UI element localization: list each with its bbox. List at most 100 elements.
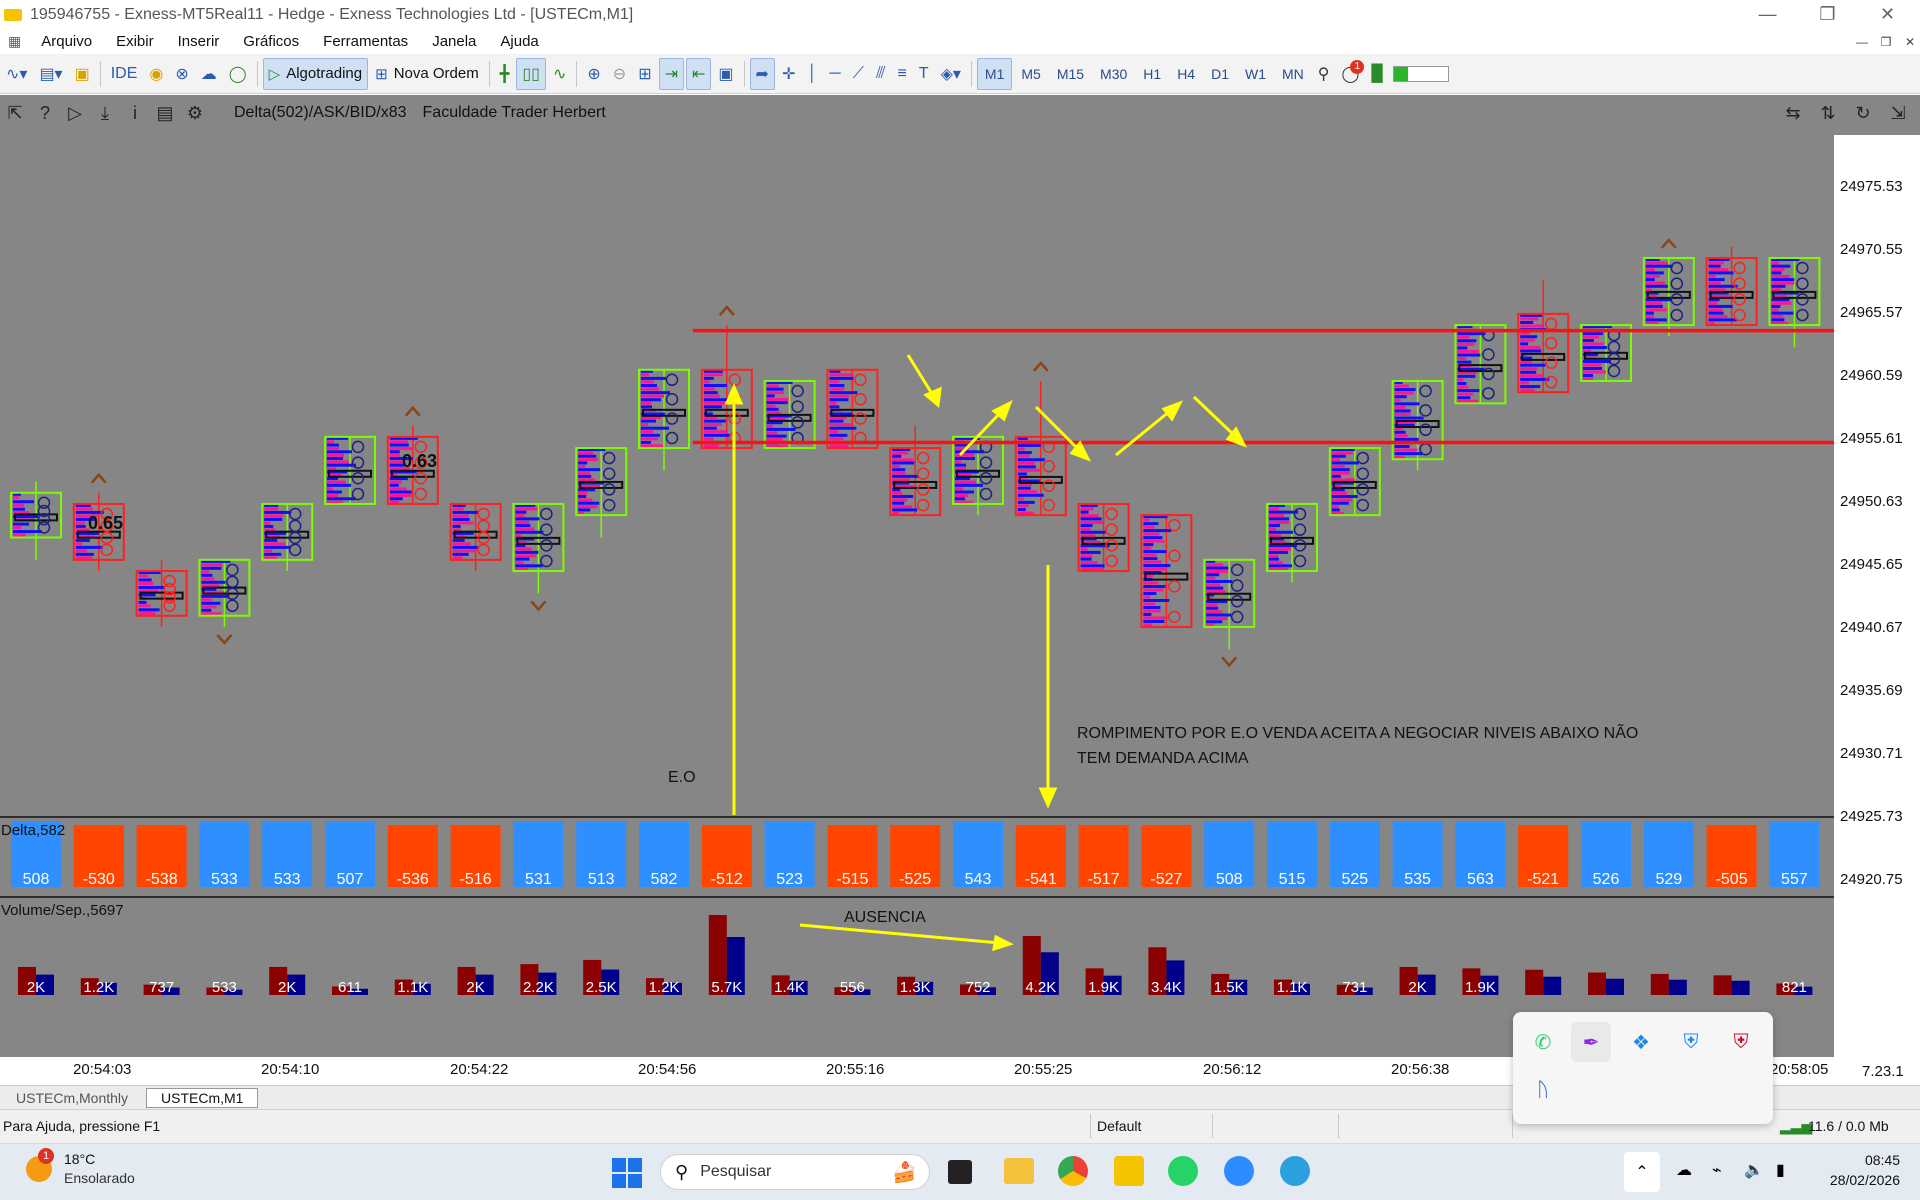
menu-ferramentas[interactable]: Ferramentas [311,33,420,50]
menu-inserir[interactable]: Inserir [166,33,232,50]
bid-volume-bar [1206,576,1216,580]
footprint-candle [1077,502,1130,573]
notifications-icon[interactable]: ◯ 1 [1337,58,1365,90]
ask-volume-bar [829,376,854,380]
timeframe-m1[interactable]: M1 [976,57,1013,90]
chrome-icon[interactable] [1058,1156,1088,1186]
arrow-select-icon[interactable]: ⇱ [0,103,30,124]
vertical-scale-icon[interactable]: ⇅ [1813,103,1843,124]
expand-icon[interactable]: ⇲ [1883,103,1913,124]
clock-time[interactable]: 08:45 [1830,1152,1900,1168]
zoom-in-icon[interactable]: ⊕ [582,58,605,90]
shapes-dropdown-icon[interactable]: ◈▾ [936,58,966,90]
menu-exibir[interactable]: Exibir [104,33,166,50]
algotrading-button[interactable]: ▷ Algotrading [262,57,369,90]
market-dollar-icon[interactable]: ▣ [70,58,95,90]
ide-button[interactable]: IDE [106,58,143,90]
web-terminal-icon[interactable]: ◯ [224,58,252,90]
chart-shift-icon[interactable]: ⇤ [686,57,712,90]
timeframe-mn[interactable]: MN [1275,58,1311,90]
zoom-icon[interactable] [1224,1156,1254,1186]
help-icon[interactable]: ? [30,103,60,124]
timeframe-h4[interactable]: H4 [1170,58,1202,90]
file-explorer-icon[interactable] [1004,1158,1034,1184]
menu-arquivo[interactable]: Arquivo [29,33,104,50]
windows-start-icon[interactable] [612,1158,642,1188]
pen-tray-icon[interactable]: ✒ [1571,1022,1611,1062]
bid-volume-bar [1206,590,1226,594]
nova-ordem-button[interactable]: ⊞ Nova Ordem [370,58,484,90]
info-icon[interactable]: i [120,103,150,124]
timeframe-d1[interactable]: D1 [1204,58,1236,90]
whatsapp-tray-icon[interactable]: ✆ [1523,1022,1563,1062]
onedrive-icon[interactable]: ☁ [1676,1160,1692,1180]
weather-desc[interactable]: Ensolarado [64,1170,135,1186]
bid-volume-bar [1708,281,1721,285]
mdi-close-button[interactable]: ✕ [1898,29,1920,54]
tab-ustecm-monthly[interactable]: USTECm,Monthly [2,1088,142,1108]
wifi-icon[interactable]: ⌁ [1712,1160,1722,1180]
chart-window[interactable]: ⇱ ? ▷ ⤓ i ▤ ⚙ Delta(502)/ASK/BID/x83 Fac… [0,95,1920,1085]
line-chart-dropdown-icon[interactable]: ∿▾ [1,58,32,90]
mcafee-tray-icon[interactable]: ⛨ [1721,1022,1761,1062]
maximize-button[interactable]: ❐ [1800,0,1855,29]
autoscroll-icon[interactable]: ⇥ [658,57,684,90]
profile-status[interactable]: Default [1097,1118,1141,1134]
minimize-button[interactable]: — [1740,0,1795,29]
clock-date[interactable]: 28/02/2026 [1820,1172,1900,1188]
whatsapp-icon[interactable] [1168,1156,1198,1186]
channel-icon[interactable]: ⫻ [871,58,891,90]
tray-overflow-chevron-icon[interactable]: ⌃ [1624,1152,1660,1192]
weather-temp[interactable]: 18°C [64,1151,95,1167]
tab-ustecm-m1[interactable]: USTECm,M1 [146,1088,259,1108]
bluetooth-tray-icon[interactable]: ᚢ [1523,1070,1563,1110]
timeframe-w1[interactable]: W1 [1238,58,1273,90]
play-indicator-icon[interactable]: ▷ [60,103,90,124]
bar-chart-icon[interactable]: ╋ [495,58,515,90]
trendline-icon[interactable]: ⟋ [848,58,869,90]
tile-windows-icon[interactable]: ⊞ [633,58,656,90]
task-view-icon[interactable] [948,1160,972,1184]
horizontal-line-icon[interactable]: ─ [824,58,845,90]
chart-image-icon[interactable]: ▤ [150,103,180,124]
mdi-minimize-button[interactable]: — [1850,29,1874,54]
close-button[interactable]: ✕ [1860,0,1915,29]
refresh-icon[interactable]: ↻ [1848,103,1878,124]
market-bag-icon[interactable]: ◉ [144,58,168,90]
timeframe-m30[interactable]: M30 [1093,58,1134,90]
search-icon[interactable]: ⚲ [1313,58,1335,90]
timeframe-m5[interactable]: M5 [1014,58,1047,90]
telegram-icon[interactable] [1280,1156,1310,1186]
bid-volume-bar [1771,261,1780,265]
taskbar-search-box[interactable]: ⚲ Pesquisar 🍰 [660,1154,930,1190]
menu-janela[interactable]: Janela [420,33,488,50]
text-tool-icon[interactable]: T [914,58,934,90]
price-axis[interactable]: 24975.53 24970.55 24965.57 24960.59 2495… [1834,135,1920,975]
zoom-out-icon[interactable]: ⊖ [608,58,631,90]
battery-icon[interactable]: ▮ [1776,1160,1785,1180]
settings-gear-icon[interactable]: ⚙ [180,103,210,124]
cursor-icon[interactable]: ➦ [749,57,775,90]
exness-terminal-icon[interactable] [1114,1156,1144,1186]
vertical-line-icon[interactable]: │ [802,58,822,90]
timeframe-m15[interactable]: M15 [1050,58,1091,90]
candlestick-icon[interactable]: ▯▯ [516,57,546,90]
volume-icon[interactable]: 🔈 [1744,1160,1764,1180]
defender-tray-icon[interactable]: ⛨ [1671,1022,1711,1062]
download-icon[interactable]: ⤓ [90,103,120,124]
chart-templates-icon[interactable]: ▤▾ [34,58,67,90]
fibonacci-icon[interactable]: ≡ [892,58,911,90]
chart-canvas[interactable]: 508 -530 -538 533 533 507 -536 -516 531 513 582 -51… [0,135,1834,1057]
menu-graficos[interactable]: Gráficos [231,33,311,50]
menu-ajuda[interactable]: Ajuda [488,33,550,50]
ask-volume-bar [1394,416,1424,420]
vps-cloud-icon[interactable]: ☁ [196,58,222,90]
line-chart-icon[interactable]: ∿ [548,58,571,90]
copilot-tray-icon[interactable]: ❖ [1621,1022,1661,1062]
crosshair-icon[interactable]: ✛ [777,58,800,90]
screenshot-icon[interactable]: ▣ [713,58,738,90]
signals-icon[interactable]: ⊗ [170,58,193,90]
horizontal-scale-icon[interactable]: ⇆ [1778,103,1808,124]
timeframe-h1[interactable]: H1 [1136,58,1168,90]
mdi-restore-button[interactable]: ❐ [1874,29,1898,54]
